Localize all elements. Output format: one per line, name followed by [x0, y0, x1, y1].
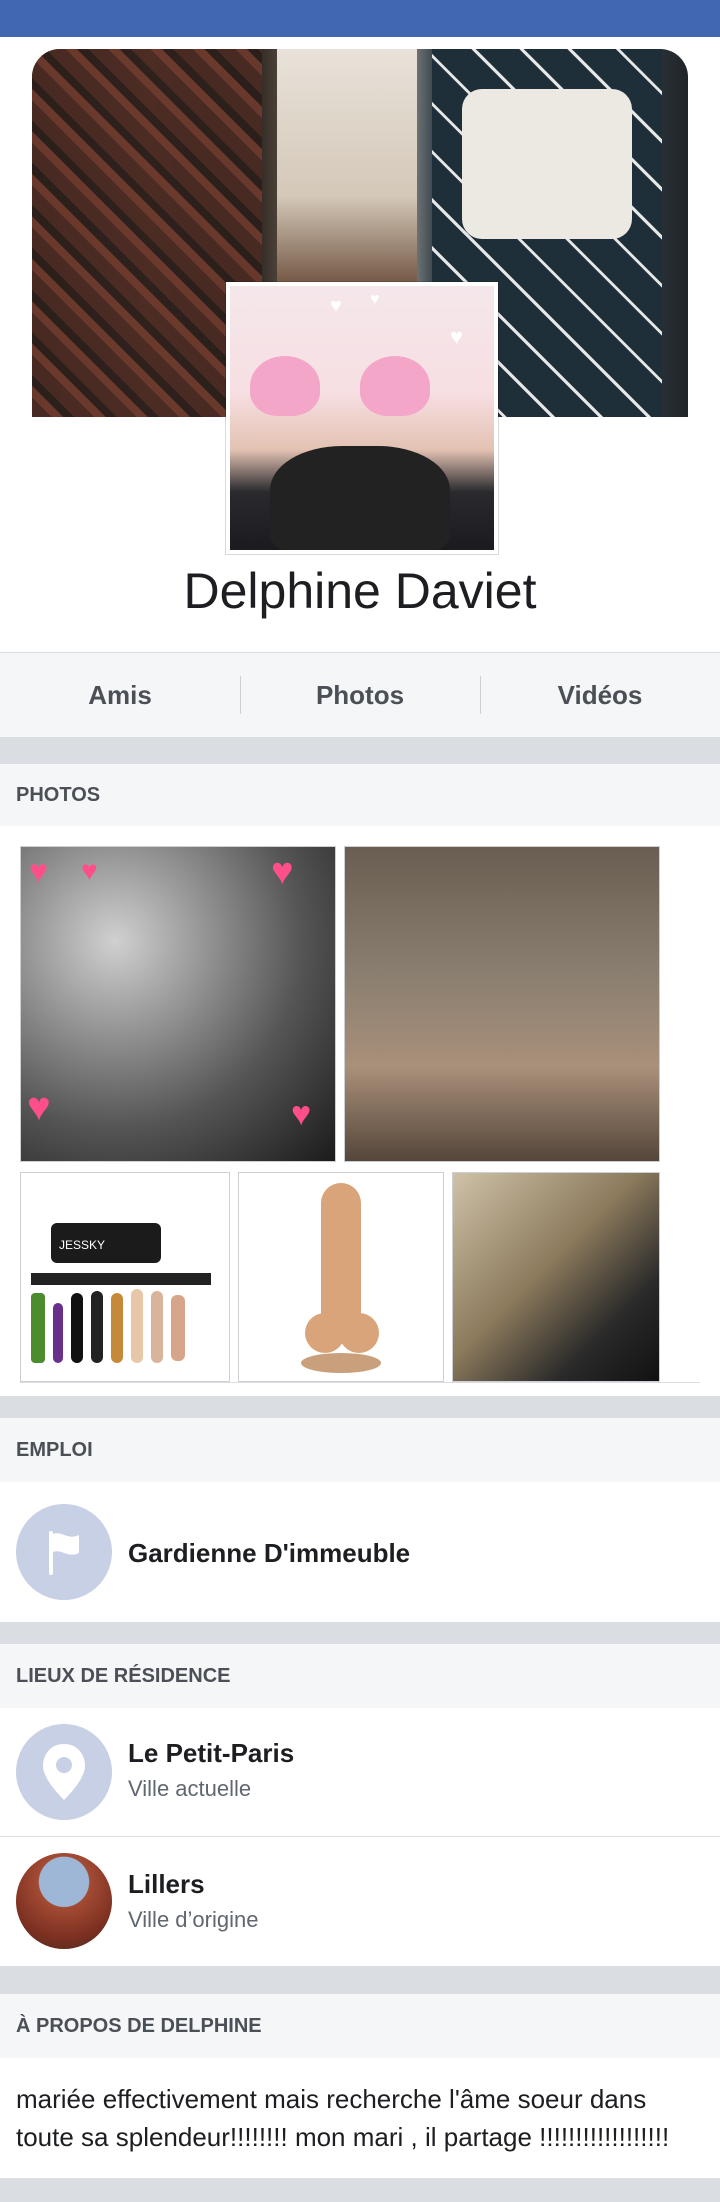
pin-glyph — [43, 1744, 85, 1800]
machine-illustration: JESSKY — [31, 1223, 211, 1363]
tab-photos[interactable]: Photos — [240, 653, 480, 737]
place-name: Le Petit-Paris — [128, 1738, 295, 1768]
profile-name: Delphine Daviet — [183, 563, 537, 619]
place-name: Lillers — [128, 1869, 205, 1899]
emploi-section-title: EMPLOI — [0, 1418, 720, 1482]
section-separator — [0, 2178, 720, 2202]
residence-current-item[interactable]: Le Petit-Paris Ville actuelle — [0, 1708, 720, 1836]
heart-icon: ♥ — [29, 853, 48, 889]
town-photo — [16, 1853, 112, 1949]
tab-amis[interactable]: Amis — [0, 653, 240, 737]
about-section-title: À PROPOS DE DELPHINE — [0, 1994, 720, 2058]
heart-icon: ♥ — [81, 855, 98, 886]
section-separator — [0, 1622, 720, 1644]
photos-grid: ♥ ♥ ♥ ♥ ♥ JESSKY — [0, 826, 720, 1388]
residence-origin-item[interactable]: Lillers Ville d’origine — [0, 1837, 720, 1966]
heart-icon: ♥ — [450, 324, 464, 349]
work-item[interactable]: Gardienne D'immeuble — [0, 1482, 720, 1622]
photo-thumbnail[interactable] — [238, 1172, 444, 1382]
section-separator — [0, 737, 720, 764]
place-type: Ville d’origine — [128, 1907, 259, 1932]
cat-ear-filter — [360, 356, 430, 416]
heart-icon: ♥ — [370, 291, 380, 308]
photo-thumbnail[interactable]: JESSKY — [20, 1172, 230, 1382]
cat-ear-filter — [250, 356, 320, 416]
heart-icon: ♥ — [330, 295, 342, 317]
about-text: mariée effectivement mais recherche l'âm… — [16, 2084, 670, 2152]
grid-bottom-border — [20, 1382, 700, 1383]
profile-picture[interactable]: ♥ ♥ ♥ — [226, 282, 498, 554]
photo-thumbnail[interactable]: ♥ ♥ ♥ ♥ ♥ — [20, 846, 336, 1162]
work-title: Gardienne D'immeuble — [128, 1538, 411, 1568]
residence-section-title: LIEUX DE RÉSIDENCE — [0, 1644, 720, 1708]
top-navigation-bar — [0, 0, 720, 37]
brand-text: JESSKY — [59, 1238, 105, 1252]
heart-icon: ♥ — [291, 1095, 312, 1133]
photo-thumbnail[interactable] — [452, 1172, 660, 1382]
face-mask — [270, 446, 450, 550]
photos-section-title: PHOTOS — [0, 764, 720, 826]
section-separator — [0, 1966, 720, 1994]
cover-sweater — [462, 89, 632, 239]
profile-tabs: Amis Photos Vidéos — [0, 652, 720, 738]
section-separator — [0, 1396, 720, 1418]
heart-icon: ♥ — [271, 851, 294, 893]
flag-icon — [16, 1504, 112, 1600]
flag-glyph — [49, 1531, 79, 1575]
tab-videos[interactable]: Vidéos — [480, 653, 720, 737]
heart-icon: ♥ — [27, 1085, 51, 1129]
location-pin-icon — [16, 1724, 112, 1820]
object-illustration — [301, 1183, 381, 1373]
place-type: Ville actuelle — [128, 1776, 252, 1801]
photo-thumbnail[interactable] — [344, 846, 660, 1162]
